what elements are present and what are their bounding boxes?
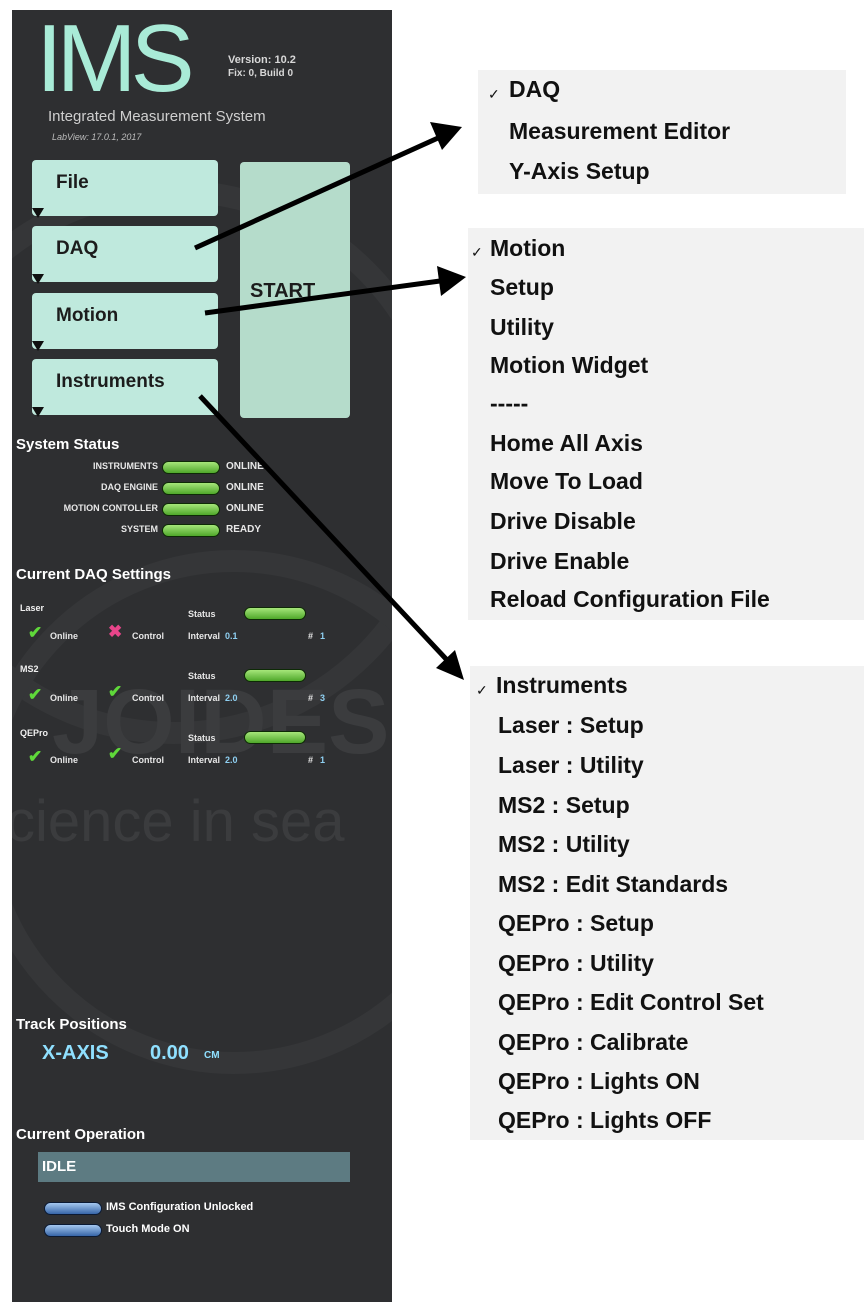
arrow-daq-head: [430, 122, 462, 150]
arrow-instruments-line: [198, 394, 449, 662]
annotation-arrows: [193, 122, 466, 680]
arrow-motion-head: [437, 266, 466, 296]
arrow-motion-line: [204, 278, 441, 316]
arrow-daq-line: [193, 135, 440, 251]
